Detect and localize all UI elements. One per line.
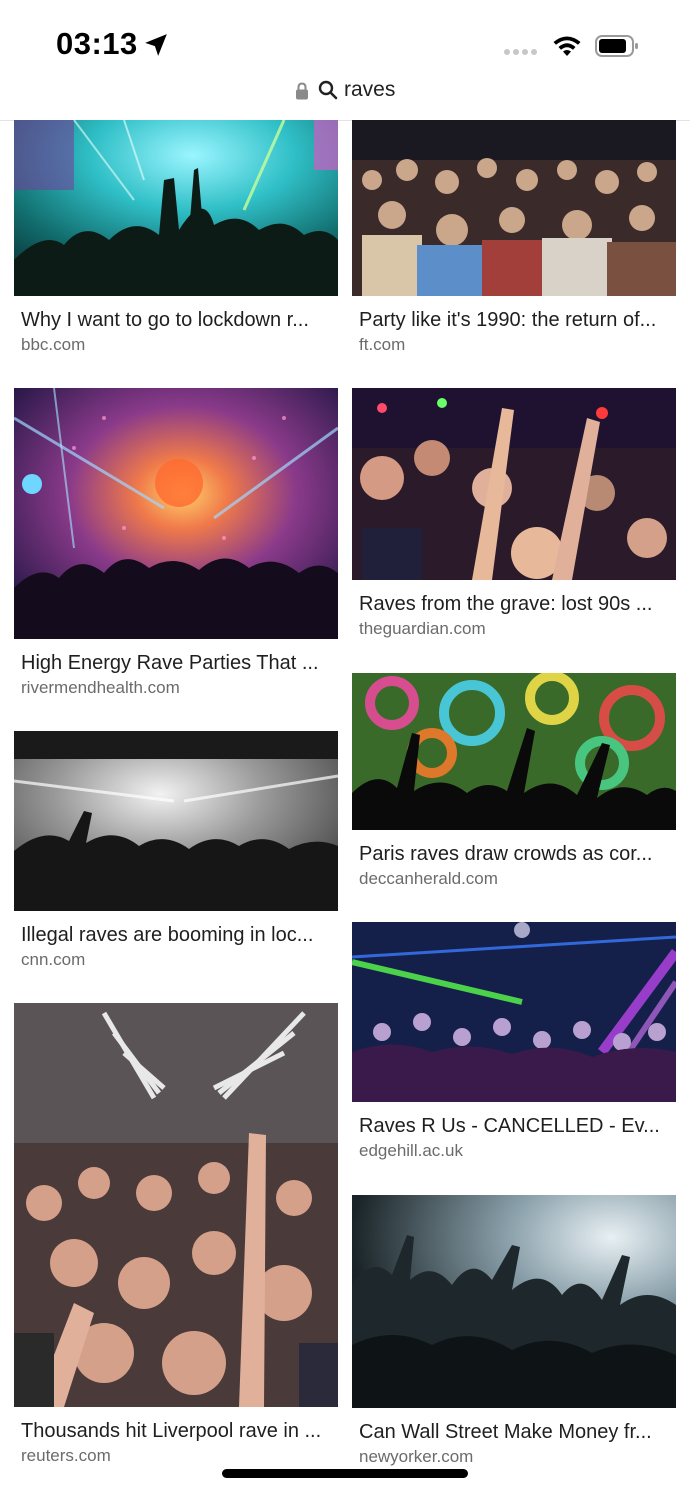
home-indicator[interactable] — [222, 1469, 468, 1478]
search-query-text: raves — [344, 78, 396, 101]
image-result[interactable]: Paris raves draw crowds as cor... deccan… — [352, 673, 676, 895]
location-arrow-icon — [145, 34, 167, 56]
result-thumbnail[interactable] — [14, 120, 338, 296]
image-result[interactable]: Raves from the grave: lost 90s ... thegu… — [352, 388, 676, 644]
result-domain: bbc.com — [21, 335, 86, 354]
result-domain: edgehill.ac.uk — [359, 1141, 463, 1160]
result-thumbnail[interactable] — [352, 922, 676, 1102]
search-icon — [318, 80, 338, 100]
result-title[interactable]: Raves from the grave: lost 90s ... — [359, 593, 671, 616]
result-title[interactable]: Thousands hit Liverpool rave in ... — [21, 1420, 333, 1443]
result-thumbnail[interactable] — [14, 731, 338, 911]
image-result[interactable]: Raves R Us - CANCELLED - Ev... edgehill.… — [352, 922, 676, 1166]
cellular-signal-icon — [504, 49, 537, 55]
image-result[interactable]: Party like it's 1990: the return of... f… — [352, 120, 676, 360]
result-domain: cnn.com — [21, 950, 86, 969]
result-title[interactable]: Paris raves draw crowds as cor... — [359, 843, 671, 866]
result-thumbnail[interactable] — [14, 388, 338, 639]
status-bar: 03:13 — [0, 0, 690, 78]
image-result[interactable]: Can Wall Street Make Money fr... newyork… — [352, 1195, 676, 1467]
result-thumbnail[interactable] — [352, 120, 676, 296]
result-domain: ft.com — [359, 335, 406, 354]
result-domain: newyorker.com — [359, 1447, 474, 1466]
result-thumbnail[interactable] — [352, 673, 676, 830]
result-title[interactable]: Party like it's 1990: the return of... — [359, 309, 671, 332]
battery-icon — [595, 35, 638, 57]
result-domain: theguardian.com — [359, 619, 486, 638]
image-result[interactable]: Thousands hit Liverpool rave in ... reut… — [14, 1003, 338, 1465]
url-bar[interactable]: raves — [0, 78, 690, 121]
wifi-icon — [553, 36, 581, 56]
image-result[interactable]: High Energy Rave Parties That ... riverm… — [14, 388, 338, 700]
result-domain: deccanherald.com — [359, 869, 498, 888]
result-domain: rivermendhealth.com — [21, 678, 180, 697]
result-title[interactable]: Raves R Us - CANCELLED - Ev... — [359, 1115, 671, 1138]
result-title[interactable]: Why I want to go to lockdown r... — [21, 309, 333, 332]
result-title[interactable]: Illegal raves are booming in loc... — [21, 924, 333, 947]
image-result[interactable]: Why I want to go to lockdown r... bbc.co… — [14, 120, 338, 360]
result-domain: reuters.com — [21, 1446, 111, 1465]
result-thumbnail[interactable] — [14, 1003, 338, 1407]
lock-icon — [296, 82, 308, 100]
status-time: 03:13 — [56, 26, 138, 61]
result-title[interactable]: High Energy Rave Parties That ... — [21, 652, 333, 675]
image-result[interactable]: Illegal raves are booming in loc... cnn.… — [14, 731, 338, 971]
result-title[interactable]: Can Wall Street Make Money fr... — [359, 1421, 671, 1444]
result-thumbnail[interactable] — [352, 1195, 676, 1408]
result-thumbnail[interactable] — [352, 388, 676, 580]
